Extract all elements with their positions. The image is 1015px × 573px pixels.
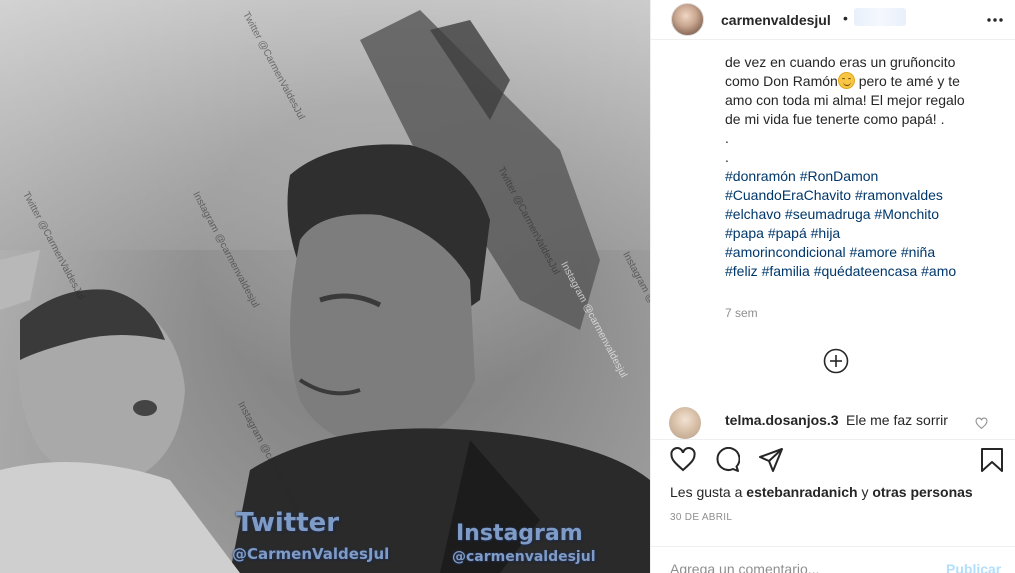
instagram-watermark-title: Instagram [456,521,583,546]
comment-text: Ele me faz sorrir [846,412,948,428]
hashtag-line[interactable]: #amorincondicional #amore #niña [725,243,995,262]
post-caption: . . . . . . . . . . . . . . . . de vez e… [725,41,995,281]
author-username[interactable]: carmenvaldesjul [721,12,831,28]
comments-scroll-area[interactable]: . . . . . . . . . . . . . . . . de vez e… [651,41,1015,439]
comment-icon[interactable] [714,447,740,473]
caption-cut-line: . . . . . . . . . . . . . . . . [725,42,846,53]
hashtag-line[interactable]: #donramón #RonDamon [725,167,995,186]
caption-text: pero te amé y te [854,73,960,89]
twitter-watermark-title: Twitter [236,508,340,538]
share-icon[interactable] [758,447,784,473]
publish-button[interactable]: Publicar [946,561,1001,573]
post-photo[interactable]: Twitter @CarmenValdesJul Twitter @Carmen… [0,0,650,573]
more-icon[interactable] [985,10,1005,30]
photo-scene [0,0,650,573]
post-actions: Les gusta a estebanradanich y otras pers… [651,439,1015,573]
heart-icon[interactable] [670,447,696,473]
post-header: carmenvaldesjul • [651,0,1015,40]
caption-line: . [725,149,729,165]
caption-time-ago[interactable]: 7 sem [725,306,758,320]
commenter-avatar[interactable] [669,407,701,439]
post-date[interactable]: 30 DE ABRIL [670,512,732,523]
caption-line: de vez en cuando eras un gruñoncito [725,54,956,70]
twitter-watermark-handle: @CarmenValdesJul [232,545,390,563]
add-comment-bar: Agrega un comentario... Publicar [651,546,1015,573]
save-icon[interactable] [979,447,1005,473]
comment-item: telma.dosanjos.3 Ele me faz sorrir [669,407,1009,439]
load-more-icon[interactable] [823,348,849,374]
caption-line: de mi vida fue tenerte como papá! . [725,111,945,127]
smile-emoji-icon [837,72,855,89]
hashtag-line[interactable]: #elchavo #seumadruga #Monchito [725,205,995,224]
hashtag-line[interactable]: #feliz #familia #quédateencasa #amo [725,262,995,281]
likes-others[interactable]: otras personas [872,484,972,500]
post-side-panel: carmenvaldesjul • . . . . . . . . . . . … [650,0,1015,573]
comment-input[interactable]: Agrega un comentario... [670,561,819,573]
comment-username[interactable]: telma.dosanjos.3 [725,412,839,428]
follow-status-blurred[interactable] [854,8,906,26]
instagram-watermark-handle: @carmenvaldesjul [452,549,596,565]
caption-line: . [725,130,729,146]
hashtag-line[interactable]: #papa #papá #hija [725,224,995,243]
hashtag-line[interactable]: #CuandoEraChavito #ramonvaldes [725,186,995,205]
caption-text: como Don Ramón [725,73,838,89]
author-avatar[interactable] [671,3,704,36]
likes-conjunction: y [861,484,869,500]
caption-line-with-emoji: como Don Ramón pero te amé y te [725,72,995,91]
comment-like-icon[interactable] [975,417,988,430]
likes-prefix: Les gusta a [670,484,743,500]
header-separator: • [843,10,848,26]
likes-summary: Les gusta a estebanradanich y otras pers… [670,484,973,500]
likes-user[interactable]: estebanradanich [746,484,857,500]
caption-line: amo con toda mi alma! El mejor regalo [725,92,965,108]
